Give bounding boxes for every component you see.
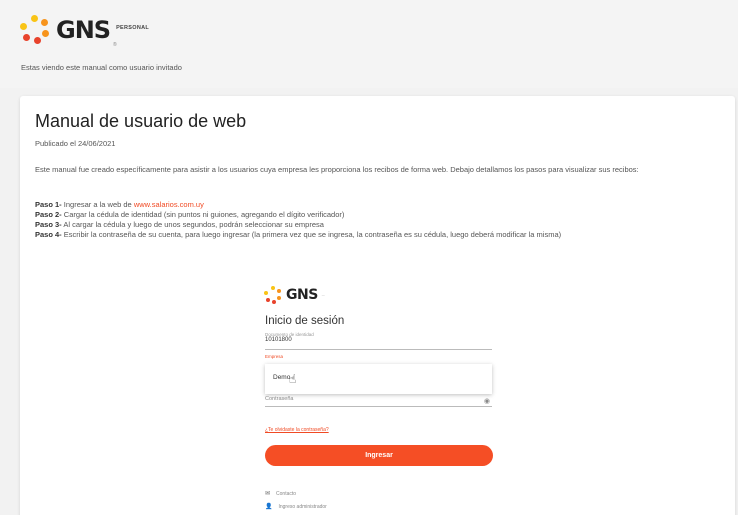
salarios-link[interactable]: www.salarios.com.uy xyxy=(134,200,204,209)
step-label: Paso 2- xyxy=(35,210,62,219)
document-field: Documento de identidad 10101800 xyxy=(265,332,492,350)
guest-notice: Estas viendo este manual como usuario in… xyxy=(21,63,182,72)
gns-logo-icon xyxy=(20,15,50,45)
contact-label: Contacto xyxy=(276,490,297,497)
brand-name: GNS xyxy=(56,16,111,44)
document-value: 10101800 xyxy=(265,337,292,343)
screenshot-brand-sub: — xyxy=(321,293,325,297)
steps-list: Paso 1- Ingresar a la web de www.salario… xyxy=(35,200,561,240)
admin-link: 👤 Ingreso administrador xyxy=(265,503,327,511)
gns-logo[interactable]: GNS PERSONAL ® xyxy=(20,15,150,48)
eye-icon: ◉ xyxy=(483,398,490,405)
envelope-icon: ✉ xyxy=(265,491,271,497)
site-header: GNS PERSONAL ® Estas viendo este manual … xyxy=(0,0,738,88)
step-text: Al cargar la cédula y luego de unos segu… xyxy=(61,220,324,229)
step-text: Cargar la cédula de identidad (sin punto… xyxy=(61,210,345,219)
article-card: Manual de usuario de web Publicado el 24… xyxy=(20,96,735,515)
step-text: Ingresar a la web de xyxy=(61,200,134,209)
step-item: Paso 3- Al cargar la cédula y luego de u… xyxy=(35,220,561,230)
company-dropdown: Demo ☝ xyxy=(265,364,492,394)
password-field: Contraseña ◉ xyxy=(265,396,492,407)
contact-link: ✉ Contacto xyxy=(265,490,297,498)
step-item: Paso 2- Cargar la cédula de identidad (s… xyxy=(35,210,561,220)
forgot-password-link: ¿Te olvidaste la contraseña? xyxy=(265,427,329,433)
user-icon: 👤 xyxy=(265,504,273,510)
step-item: Paso 1- Ingresar a la web de www.salario… xyxy=(35,200,561,210)
published-date: Publicado el 24/06/2021 xyxy=(35,139,116,148)
screenshot-logo: GNS — xyxy=(264,286,325,304)
step-item: Paso 4- Escribir la contraseña de su cue… xyxy=(35,230,561,240)
step-label: Paso 4- xyxy=(35,230,62,239)
article-intro: Este manual fue creado específicamente p… xyxy=(35,165,639,174)
screenshot-brand: GNS xyxy=(286,287,318,303)
step-label: Paso 1- xyxy=(35,200,62,209)
login-button: Ingresar xyxy=(265,445,493,466)
article-title: Manual de usuario de web xyxy=(35,111,247,131)
brand-registered: ® xyxy=(113,42,117,48)
gns-logo-icon xyxy=(264,286,282,304)
step-label: Paso 3- xyxy=(35,220,62,229)
company-field: Empresa xyxy=(265,354,492,363)
hand-cursor-icon: ☝ xyxy=(289,372,297,386)
step-text: Escribir la contraseña de su cuenta, par… xyxy=(61,230,562,239)
admin-label: Ingreso administrador xyxy=(278,503,327,510)
brand-subtitle: PERSONAL xyxy=(116,25,150,31)
password-label: Contraseña xyxy=(265,396,294,402)
company-label: Empresa xyxy=(265,354,284,359)
login-heading: Inicio de sesión xyxy=(265,315,345,327)
dropdown-option-demo: Demo xyxy=(273,374,291,381)
login-screenshot-image: GNS — Inicio de sesión Documento de iden… xyxy=(260,286,500,515)
